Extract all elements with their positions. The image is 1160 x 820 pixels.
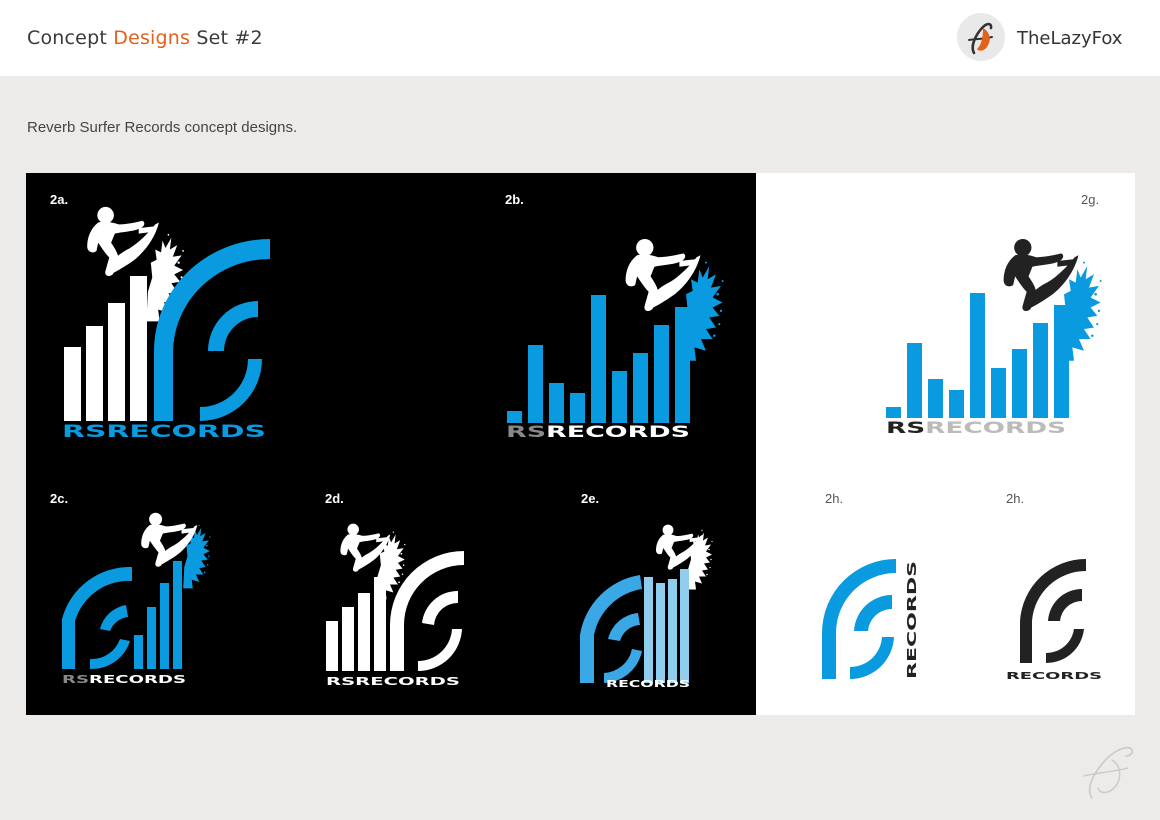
wordmark-suffix: RECORDS [106, 422, 266, 442]
page-subtitle: Reverb Surfer Records concept designs. [27, 119, 298, 136]
bar [130, 276, 147, 421]
splash-graphic [183, 524, 211, 589]
design-label-2e: 2e. [581, 491, 600, 506]
header-bar: Concept Designs Set #2 TheLazyFox [0, 0, 1160, 76]
design-2e: RECORDS [580, 523, 730, 693]
bar [358, 593, 370, 671]
design-2c: RS RECORDS [60, 509, 220, 689]
design-2a-art: RS RECORDS [62, 206, 270, 442]
bar [591, 295, 606, 423]
design-2h-color: RECORDS [820, 557, 930, 681]
wordmark-suffix: RECORDS [546, 422, 690, 441]
surfer-icon [87, 206, 159, 276]
title-word-concept: Concept [27, 27, 107, 49]
arc-inner [1046, 588, 1084, 664]
bar [64, 347, 81, 421]
bar [549, 383, 564, 423]
design-2c-art: RS RECORDS [62, 512, 211, 686]
design-2h-mono: RECORDS [1004, 557, 1108, 682]
wordmark: RS RECORDS [62, 422, 266, 442]
bar [1012, 349, 1027, 418]
bar [1054, 305, 1069, 418]
bar [907, 343, 922, 418]
wordmark-suffix: RECORDS [89, 673, 186, 686]
design-2g-art: RS RECORDS [886, 238, 1102, 437]
bar [374, 577, 386, 671]
design-2d: RS RECORDS [324, 521, 474, 691]
bar [928, 379, 943, 418]
wordmark-suffix: RECORDS [925, 418, 1066, 437]
arc-inner [90, 605, 130, 670]
arc-inner [418, 590, 462, 671]
wordmark-suffix: RECORDS [355, 675, 460, 688]
arc-inner [200, 301, 262, 421]
design-label-2g: 2g. [1081, 192, 1100, 207]
lazyfox-logo-icon [957, 13, 1005, 61]
bar [970, 293, 985, 418]
wordmark: RS RECORDS [506, 422, 690, 441]
brand-name: TheLazyFox [1017, 28, 1123, 49]
wordmark: RS RECORDS [326, 675, 460, 688]
bar [1033, 323, 1048, 418]
design-label-2h-color: 2h. [825, 491, 844, 506]
bar [134, 635, 143, 669]
bar [160, 583, 169, 669]
wordmark: RS RECORDS [886, 418, 1066, 437]
arc-inner [604, 613, 642, 683]
design-label-2c: 2c. [50, 491, 69, 506]
title-word-designs: Designs [113, 27, 191, 49]
design-board: 2a. RS RECORDS 2b. RS RECORDS 2g. RS REC… [26, 173, 1135, 715]
page-title: Concept Designs Set #2 [27, 27, 263, 49]
wordmark: RECORDS [905, 561, 919, 679]
design-label-2b: 2b. [505, 192, 524, 207]
design-2g: RS RECORDS [884, 235, 1114, 445]
wordmark-suffix: RECORDS [1006, 671, 1102, 682]
wordmark-suffix: RECORDS [905, 561, 919, 679]
design-2a: RS RECORDS [60, 201, 280, 442]
design-label-2h-mono: 2h. [1006, 491, 1025, 506]
wordmark: RECORDS [606, 679, 690, 690]
wordmark-prefix: RS [62, 673, 89, 686]
bar [173, 561, 182, 669]
lazyfox-watermark-icon [1083, 746, 1133, 799]
wordmark-prefix: RS [326, 675, 355, 688]
design-2b-art: RS RECORDS [506, 238, 724, 441]
bar [633, 353, 648, 423]
bar [86, 326, 103, 421]
design-2d-art: RS RECORDS [326, 523, 464, 688]
bar [342, 607, 354, 671]
bar [949, 390, 964, 418]
wordmark-suffix: RECORDS [606, 679, 690, 690]
design-2b: RS RECORDS [504, 233, 734, 443]
bar [668, 579, 677, 683]
arc-inner [850, 594, 894, 679]
wordmark-prefix: RS [62, 422, 106, 442]
bar [886, 407, 901, 418]
design-2h-color-art: RECORDS [822, 559, 919, 679]
bar [528, 345, 543, 423]
bar [326, 621, 338, 671]
bar [108, 303, 125, 421]
brand: TheLazyFox [956, 12, 1146, 64]
wordmark: RECORDS [1006, 671, 1102, 682]
design-2h-mono-art: RECORDS [1006, 558, 1102, 682]
design-2e-art: RECORDS [580, 524, 713, 690]
bar [612, 371, 627, 423]
bar [570, 393, 585, 423]
bar [656, 583, 665, 683]
bar [675, 307, 690, 423]
bar [991, 368, 1006, 418]
bar [680, 569, 689, 683]
bar [147, 607, 156, 669]
bar [644, 577, 653, 683]
design-label-2d: 2d. [325, 491, 344, 506]
bar [654, 325, 669, 423]
title-word-set: Set #2 [196, 27, 263, 49]
wordmark: RS RECORDS [62, 673, 186, 686]
wordmark-prefix: RS [506, 422, 546, 441]
wordmark-prefix: RS [886, 418, 925, 437]
